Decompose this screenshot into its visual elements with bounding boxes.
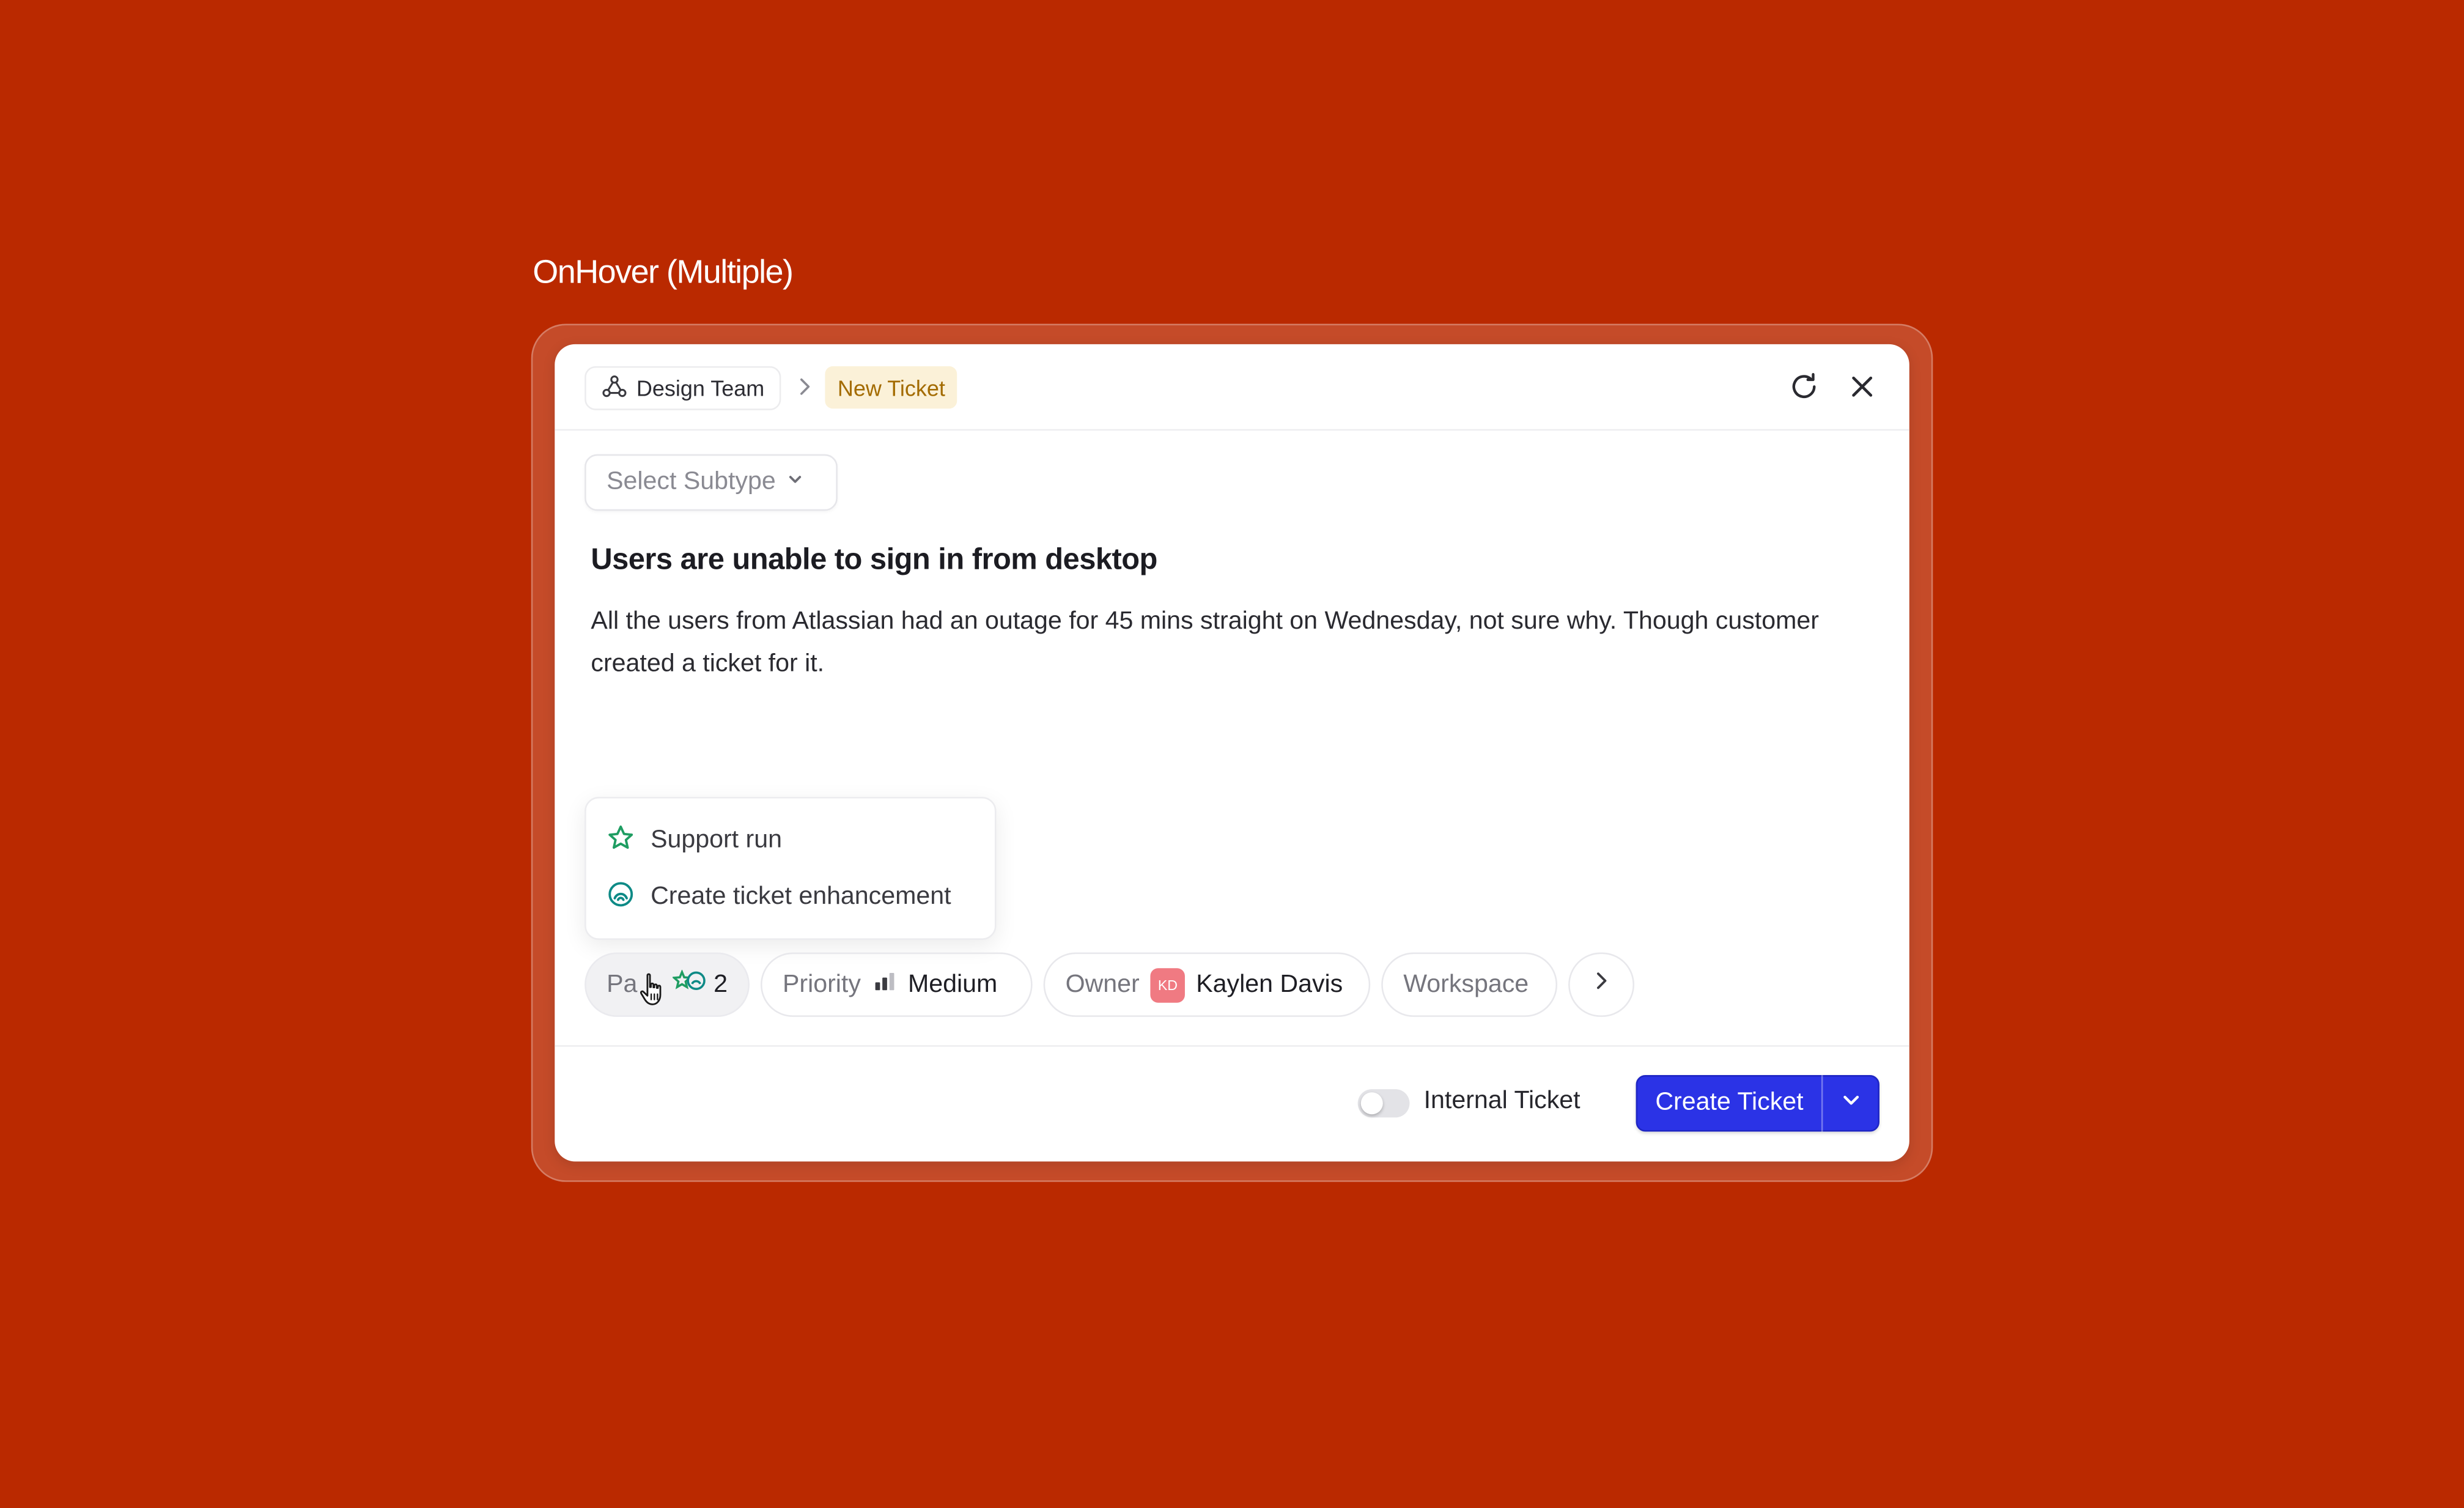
create-options-dropdown[interactable]	[1823, 1075, 1878, 1132]
breadcrumb-team[interactable]: Design Team	[585, 366, 782, 410]
chevron-right-icon	[792, 374, 817, 399]
toggle-knob	[1360, 1092, 1383, 1115]
frame-title: OnHover (Multiple)	[533, 254, 794, 291]
subtype-select[interactable]: Select Subtype	[585, 454, 838, 511]
team-icon	[602, 373, 627, 403]
internal-ticket-toggle[interactable]	[1357, 1089, 1410, 1118]
ticket-title[interactable]: Users are unable to sign in from desktop	[591, 544, 1157, 578]
enhancement-icon	[607, 879, 635, 915]
popover-item-support-run[interactable]: Support run	[607, 824, 782, 859]
popover-item-label: Support run	[651, 826, 782, 854]
popover-item-create-ticket-enhancement[interactable]: Create ticket enhancement	[607, 880, 951, 915]
owner-chip[interactable]: Owner KD Kaylen Davis	[1043, 952, 1371, 1017]
breadcrumb-team-label: Design Team	[636, 375, 765, 401]
parts-stack-icon	[671, 969, 707, 1000]
priority-chip[interactable]: Priority Medium	[760, 952, 1033, 1017]
workspace-chip-label: Workspace	[1403, 970, 1529, 997]
more-chips-button[interactable]	[1568, 952, 1635, 1017]
create-ticket-button-group: Create Ticket	[1636, 1075, 1879, 1132]
priority-chip-label: Priority	[782, 970, 861, 997]
chevron-down-icon	[785, 468, 804, 497]
ticket-description[interactable]: All the users from Atlassian had an outa…	[591, 601, 1848, 686]
parts-count: 2	[714, 970, 728, 997]
close-icon[interactable]	[1845, 369, 1879, 404]
owner-chip-label: Owner	[1065, 970, 1140, 997]
signal-bars-icon	[872, 970, 897, 1000]
chevron-down-icon	[1839, 1088, 1861, 1118]
priority-value: Medium	[908, 970, 998, 997]
modal-header: Design Team New Ticket	[555, 344, 1909, 431]
owner-value: Kaylen Davis	[1196, 970, 1343, 997]
internal-ticket-label: Internal Ticket	[1423, 1087, 1581, 1115]
chevron-right-icon	[1590, 970, 1612, 1000]
breadcrumb-new-ticket: New Ticket	[825, 366, 958, 409]
refresh-icon[interactable]	[1787, 369, 1821, 404]
star-icon	[607, 822, 635, 859]
parts-hover-popover: Support run Create ticket enhancement	[585, 797, 997, 940]
popover-item-label: Create ticket enhancement	[651, 883, 951, 911]
new-ticket-modal: Design Team New Ticket Select Subtype Us…	[555, 344, 1909, 1162]
subtype-placeholder: Select Subtype	[607, 468, 776, 495]
parts-chip-label: Pa	[607, 970, 638, 997]
create-ticket-button[interactable]: Create Ticket	[1637, 1089, 1821, 1117]
workspace-chip[interactable]: Workspace	[1381, 952, 1558, 1017]
pointer-cursor-icon	[636, 971, 671, 1009]
canvas: OnHover (Multiple) Design Team New Ticke…	[0, 0, 2464, 1507]
avatar: KD	[1150, 967, 1186, 1002]
